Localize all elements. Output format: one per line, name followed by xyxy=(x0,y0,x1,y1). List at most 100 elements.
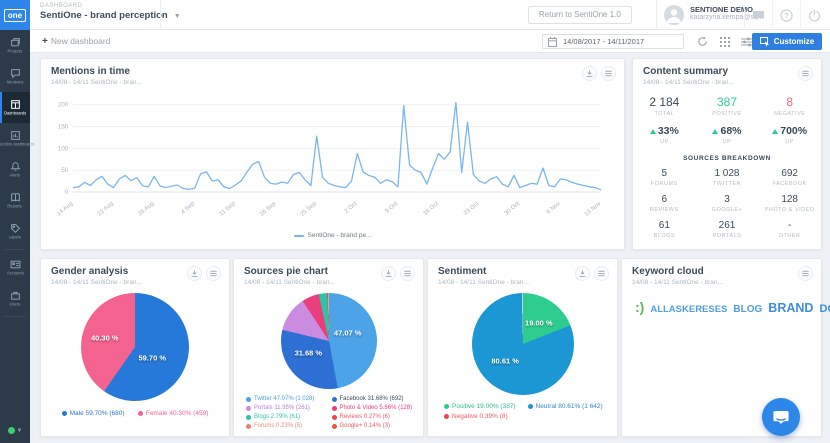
up-arrow-icon xyxy=(650,129,656,134)
download-button[interactable] xyxy=(381,266,396,281)
chart-menu-button[interactable] xyxy=(594,266,609,281)
legend-item-googleplus[interactable]: Google+ 0.14% (3) xyxy=(332,423,418,429)
svg-text:21 Aug: 21 Aug xyxy=(97,201,115,218)
messages-button[interactable] xyxy=(744,0,772,30)
mentions-line-chart[interactable]: 05010015020014 Aug21 Aug28 Aug4 Sep11 Se… xyxy=(45,88,620,234)
app-header: one Dashboard SentiOne - brand perceptio… xyxy=(0,0,830,30)
keyword[interactable]: :) xyxy=(635,299,644,315)
customize-button[interactable]: Customize xyxy=(752,33,822,50)
date-range-picker[interactable]: 14/08/2017 - 14/11/2017 xyxy=(542,34,684,49)
menu-icon xyxy=(801,69,810,78)
sidebar-item-accounts[interactable]: Accounts xyxy=(0,252,30,283)
calendar-icon xyxy=(548,37,557,47)
chart-menu-button[interactable] xyxy=(601,66,616,81)
breakdown-twitter: 1 028TWITTER xyxy=(696,168,759,187)
help-button[interactable]: ? xyxy=(772,0,800,30)
chevron-down-icon: ▼ xyxy=(17,428,23,434)
breakdown-portals: 261PORTALS xyxy=(696,220,759,239)
plus-icon: + xyxy=(42,36,48,47)
svg-text:2 Oct: 2 Oct xyxy=(344,201,359,215)
legend-item-twitter[interactable]: Twitter 47.07% (1 028) xyxy=(246,396,332,402)
legend-item-portals[interactable]: Portals 11.95% (261) xyxy=(246,405,332,411)
sentiment-pie-chart[interactable]: 19.00 % 80.61 % xyxy=(472,293,574,395)
chart-menu-button[interactable] xyxy=(798,266,813,281)
legend-item-photo-video[interactable]: Photo & Video 5.86% (128) xyxy=(332,405,418,411)
svg-text:11 Sep: 11 Sep xyxy=(219,201,238,218)
card-title: Content summary xyxy=(643,66,811,77)
sidebar-item-projects[interactable]: Projects xyxy=(0,30,30,61)
breakdown-forums: 5FORUMS xyxy=(633,168,696,187)
svg-text:30 Oct: 30 Oct xyxy=(504,201,522,217)
keyword[interactable]: DOMIN xyxy=(819,303,830,315)
widgets-grid-button[interactable] xyxy=(717,34,733,49)
legend-item-forums[interactable]: Forums 0.23% (5) xyxy=(246,423,332,429)
pie-slice-label: 31.68 % xyxy=(295,349,323,358)
pie-slice-label: 59.70 % xyxy=(139,353,167,362)
legend-item-negative[interactable]: Negative 0.39% (8) xyxy=(444,413,528,420)
stat-negative: 8NEGATIVE xyxy=(758,95,821,117)
legend-item-neutral[interactable]: Neutral 80.61% (1 642) xyxy=(528,403,612,410)
svg-text:0: 0 xyxy=(65,190,69,196)
refresh-button[interactable] xyxy=(694,34,710,49)
new-dashboard-button[interactable]: +New dashboard xyxy=(42,36,110,47)
gender-pie-chart[interactable]: 59.70 % 40.30 % xyxy=(81,293,189,401)
mentions-legend[interactable]: SentiOne - brand pe... xyxy=(41,232,624,239)
executive-dashboards-icon xyxy=(10,130,21,141)
mentions-in-time-card: Mentions in time 14/08 - 14/11 SentiOne … xyxy=(40,58,625,250)
sidebar-item-dashboards[interactable]: Dashboards xyxy=(0,92,30,123)
svg-text:200: 200 xyxy=(58,103,69,109)
chart-menu-button[interactable] xyxy=(206,266,221,281)
download-icon xyxy=(190,269,199,278)
download-icon xyxy=(384,269,393,278)
download-button[interactable] xyxy=(582,66,597,81)
legend-item-blogs[interactable]: Blogs 2.79% (61) xyxy=(246,414,332,420)
chart-menu-button[interactable] xyxy=(798,66,813,81)
sidebar-item-labels[interactable]: Labels xyxy=(0,216,30,247)
svg-text:4 Sep: 4 Sep xyxy=(180,201,196,216)
legend-item-facebook[interactable]: Facebook 31.68% (692) xyxy=(332,396,418,402)
sidebar-item-reports[interactable]: Reports xyxy=(0,185,30,216)
sentiment-card: Sentiment 14/08 - 14/11 SentiOne - bran.… xyxy=(427,258,618,437)
change-positive: 68%UP xyxy=(696,125,759,145)
legend-dash xyxy=(294,235,304,237)
svg-text:23 Oct: 23 Oct xyxy=(463,201,481,217)
logout-button[interactable] xyxy=(800,0,828,30)
sidebar-item-executive-dashboards[interactable]: Executive dashboards xyxy=(0,123,30,154)
legend-item-male[interactable]: Male 59.70% (680) xyxy=(62,410,125,417)
up-arrow-icon xyxy=(772,129,778,134)
sources-pie-chart[interactable]: 47.07 % 31.68 % xyxy=(281,293,377,389)
card-subtitle: 14/08 - 14/11 SentiOne - bran... xyxy=(51,79,614,86)
menu-icon xyxy=(209,269,218,278)
sentione-logo[interactable]: one xyxy=(0,0,30,30)
up-arrow-icon xyxy=(712,129,718,134)
chart-menu-button[interactable] xyxy=(400,266,415,281)
card-subtitle: 14/08 - 14/11 SentiOne - bran... xyxy=(643,79,811,86)
download-button[interactable] xyxy=(187,266,202,281)
sidebar-item-alerts[interactable]: Alerts xyxy=(0,154,30,185)
question-mark-icon: ? xyxy=(780,9,793,22)
briefcase-icon xyxy=(10,290,21,301)
breakdown-photo-video: 128PHOTO & VIDEO xyxy=(758,194,821,213)
date-range-value: 14/08/2017 - 14/11/2017 xyxy=(563,37,644,46)
user-avatar[interactable] xyxy=(664,5,684,25)
sidebar-item-users[interactable]: Users xyxy=(0,283,30,314)
chat-widget-button[interactable] xyxy=(762,398,800,436)
keyword[interactable]: ALLASKERESES xyxy=(650,304,727,315)
keyword[interactable]: BLOG xyxy=(733,304,762,315)
keyword[interactable]: BRAND xyxy=(768,301,813,315)
download-button[interactable] xyxy=(575,266,590,281)
stat-total: 2 184TOTAL xyxy=(633,95,696,117)
menu-icon xyxy=(604,69,613,78)
svg-text:150: 150 xyxy=(58,125,69,131)
logo-text: one xyxy=(4,9,26,22)
sidebar-item-mentions[interactable]: Mentions xyxy=(0,61,30,92)
return-to-sentione-button[interactable]: Return to SentiOne 1.0 xyxy=(528,6,632,24)
legend-label: SentiOne - brand pe... xyxy=(308,232,372,239)
legend-item-positive[interactable]: Positive 19.00% (387) xyxy=(444,403,528,410)
pie-slice-label: 40.30 % xyxy=(91,334,119,343)
legend-item-female[interactable]: Female 40.30% (459) xyxy=(138,410,209,417)
status-selector[interactable]: ▼ xyxy=(0,427,30,434)
message-bubble-icon xyxy=(752,10,765,21)
svg-text:16 Oct: 16 Oct xyxy=(422,201,440,217)
legend-item-reviews[interactable]: Reviews 0.27% (6) xyxy=(332,414,418,420)
